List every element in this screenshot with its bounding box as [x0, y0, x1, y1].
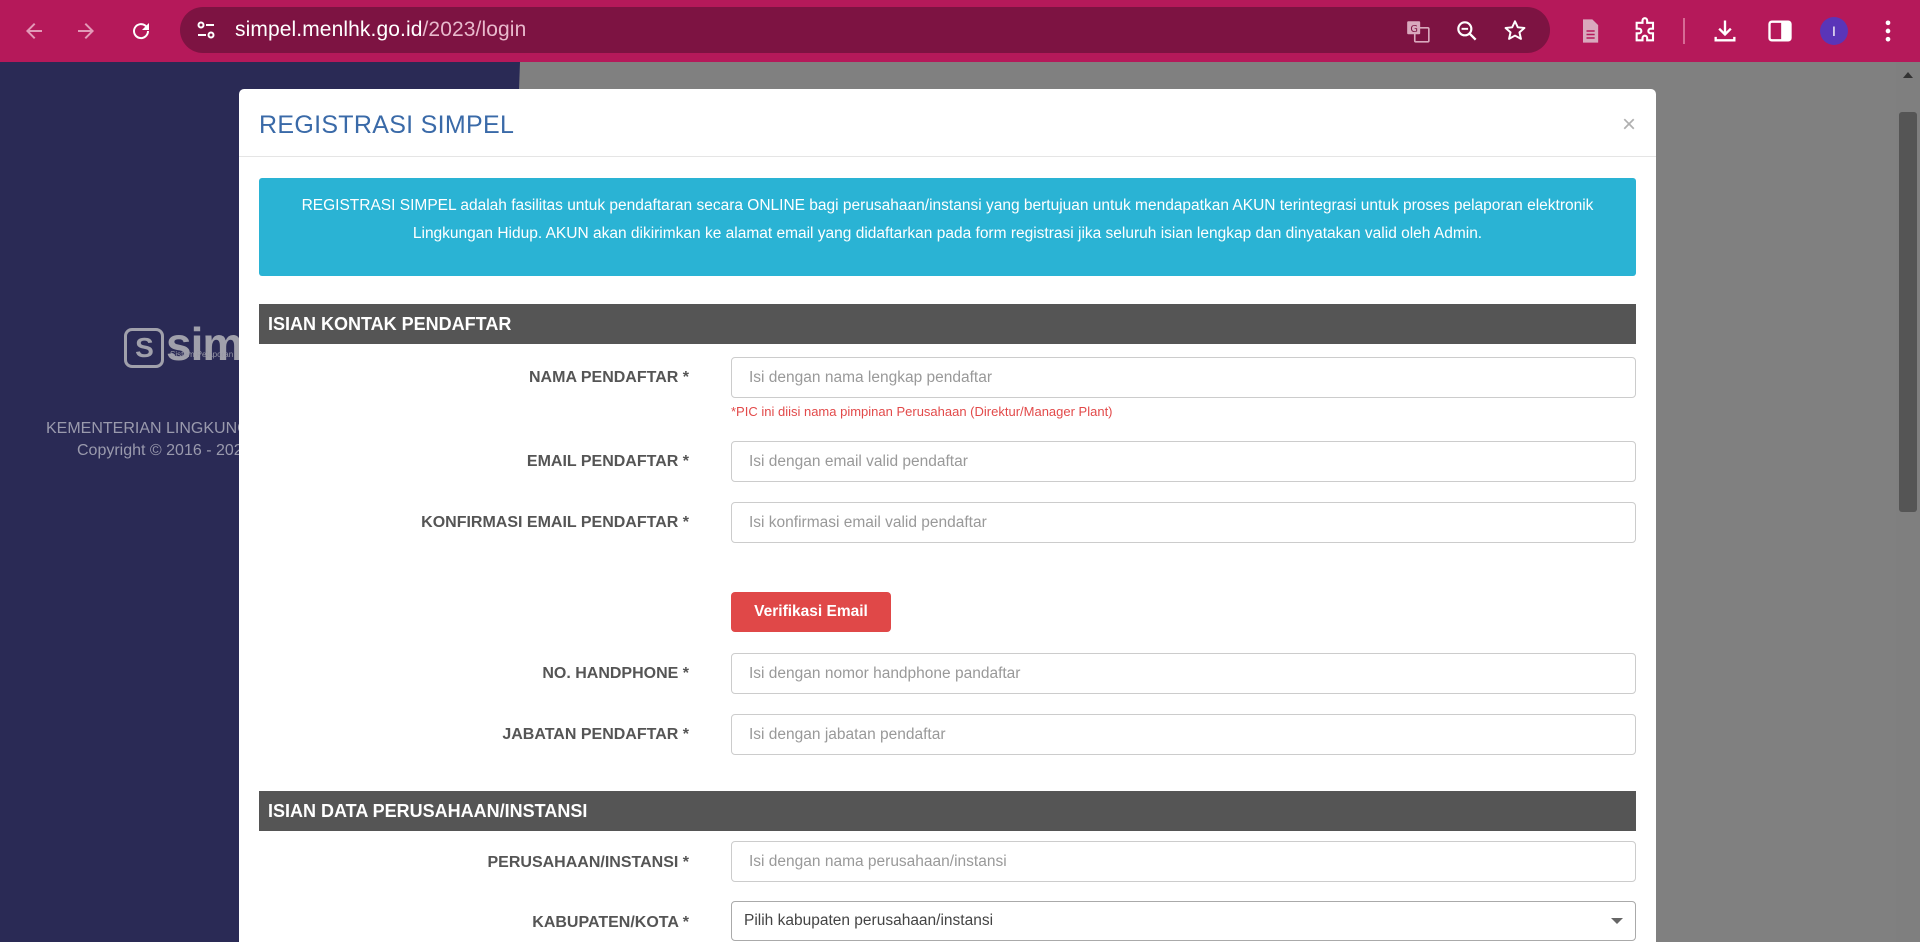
kabupaten-select[interactable]: Pilih kabupaten perusahaan/instansi — [731, 901, 1636, 941]
nama-input[interactable] — [731, 357, 1636, 398]
page-scrollbar[interactable] — [1896, 62, 1920, 942]
arrow-right-icon — [78, 23, 94, 39]
verify-email-button[interactable]: Verifikasi Email — [731, 592, 891, 632]
url-domain: simpel.menlhk.go.id — [235, 18, 423, 41]
handphone-label: NO. HANDPHONE * — [542, 665, 689, 682]
konfirmasi-email-input[interactable] — [731, 502, 1636, 543]
extensions-icon[interactable] — [1632, 17, 1660, 45]
copyright-text: Copyright © 2016 - 2023 — [77, 442, 252, 459]
simpel-logo: Ssim — [124, 317, 243, 371]
zoom-icon[interactable] — [1454, 18, 1480, 44]
modal-header: REGISTRASI SIMPEL × — [239, 89, 1656, 157]
url-text[interactable]: simpel.menlhk.go.id/2023/login — [235, 7, 526, 53]
nama-label: NAMA PENDAFTAR * — [529, 369, 689, 386]
kabupaten-label: KABUPATEN/KOTA * — [532, 914, 689, 931]
email-input[interactable] — [731, 441, 1636, 482]
scroll-thumb[interactable] — [1899, 112, 1917, 512]
info-alert: REGISTRASI SIMPEL adalah fasilitas untuk… — [259, 178, 1636, 276]
browser-toolbar: simpel.menlhk.go.id/2023/login G I — [0, 0, 1920, 62]
section-contact-header: ISIAN KONTAK PENDAFTAR — [259, 304, 1636, 344]
close-icon[interactable]: × — [1622, 111, 1636, 139]
back-button[interactable] — [20, 17, 48, 45]
scroll-up-arrow[interactable] — [1903, 72, 1913, 78]
chevron-down-icon — [1611, 918, 1623, 924]
arrow-left-icon — [26, 23, 42, 39]
logo-badge: S — [124, 327, 164, 368]
reload-icon — [133, 23, 150, 40]
toolbar-divider — [1683, 18, 1685, 44]
reload-button[interactable] — [127, 17, 155, 45]
handphone-input[interactable] — [731, 653, 1636, 694]
svg-text:G: G — [1410, 24, 1418, 35]
forward-button[interactable] — [72, 17, 100, 45]
kebab-menu-icon[interactable] — [1874, 17, 1902, 45]
kabupaten-selected-value: Pilih kabupaten perusahaan/instansi — [744, 912, 994, 929]
nama-help-text: *PIC ini diisi nama pimpinan Perusahaan … — [731, 404, 1113, 419]
logo-text: sim — [166, 318, 243, 370]
section-company-header: ISIAN DATA PERUSAHAAN/INSTANSI — [259, 791, 1636, 831]
konfirmasi-email-label: KONFIRMASI EMAIL PENDAFTAR * — [421, 514, 689, 531]
address-bar[interactable]: simpel.menlhk.go.id/2023/login G — [180, 7, 1550, 53]
url-path: /2023/login — [422, 18, 527, 41]
bookmark-star-icon[interactable] — [1502, 18, 1528, 44]
perusahaan-label: PERUSAHAAN/INSTANSI * — [487, 854, 690, 871]
download-icon[interactable] — [1711, 17, 1739, 45]
translate-icon[interactable]: G — [1405, 18, 1431, 44]
registration-modal: REGISTRASI SIMPEL × REGISTRASI SIMPEL ad… — [239, 89, 1656, 942]
jabatan-label: JABATAN PENDAFTAR * — [502, 726, 689, 743]
logo-subtitle: Sistem Pelaporan — [170, 350, 234, 359]
side-panel-icon[interactable] — [1766, 17, 1794, 45]
site-settings-icon[interactable] — [194, 18, 218, 42]
jabatan-input[interactable] — [731, 714, 1636, 755]
modal-title: REGISTRASI SIMPEL — [259, 111, 515, 139]
perusahaan-input[interactable] — [731, 841, 1636, 882]
profile-avatar[interactable]: I — [1820, 17, 1848, 45]
email-label: EMAIL PENDAFTAR * — [526, 453, 689, 470]
ministry-text: KEMENTERIAN LINGKUNGAN — [46, 420, 272, 437]
document-icon[interactable] — [1576, 17, 1604, 45]
